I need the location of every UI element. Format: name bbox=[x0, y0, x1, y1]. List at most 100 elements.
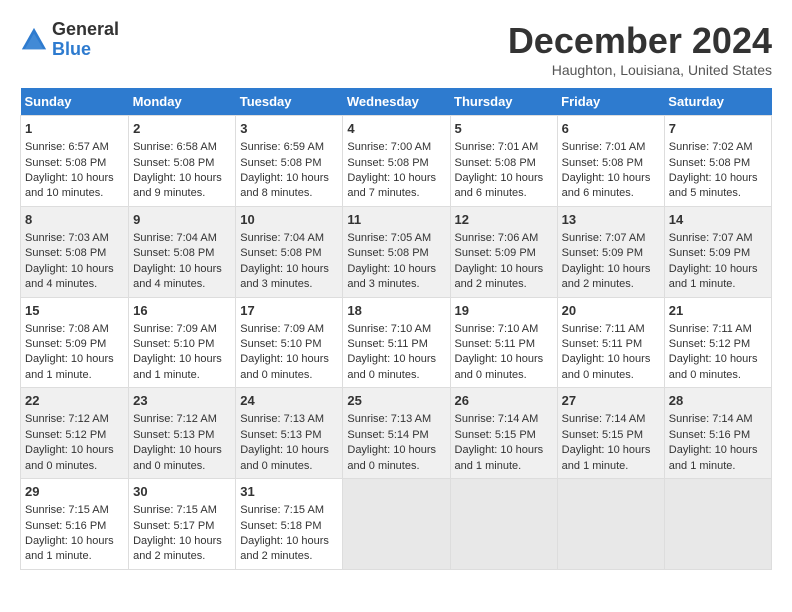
sunset: Sunset: 5:11 PM bbox=[347, 338, 428, 350]
sunrise: Sunrise: 7:12 AM bbox=[25, 413, 109, 425]
day-number: 1 bbox=[25, 120, 124, 138]
daylight: Daylight: 10 hours and 10 minutes. bbox=[25, 172, 114, 199]
sunset: Sunset: 5:08 PM bbox=[562, 157, 643, 169]
daylight: Daylight: 10 hours and 0 minutes. bbox=[240, 444, 329, 471]
sunrise: Sunrise: 7:15 AM bbox=[25, 504, 109, 516]
sunset: Sunset: 5:09 PM bbox=[455, 247, 536, 259]
daylight: Daylight: 10 hours and 8 minutes. bbox=[240, 172, 329, 199]
day-number: 27 bbox=[562, 392, 660, 410]
sunset: Sunset: 5:09 PM bbox=[562, 247, 643, 259]
day-number: 17 bbox=[240, 302, 338, 320]
table-row: 4Sunrise: 7:00 AMSunset: 5:08 PMDaylight… bbox=[343, 116, 450, 207]
table-row: 25Sunrise: 7:13 AMSunset: 5:14 PMDayligh… bbox=[343, 388, 450, 479]
header-wednesday: Wednesday bbox=[343, 88, 450, 116]
day-number: 19 bbox=[455, 302, 553, 320]
day-number: 4 bbox=[347, 120, 445, 138]
sunset: Sunset: 5:13 PM bbox=[133, 429, 214, 441]
sunrise: Sunrise: 7:09 AM bbox=[133, 323, 217, 335]
daylight: Daylight: 10 hours and 1 minute. bbox=[669, 263, 758, 290]
table-row: 1Sunrise: 6:57 AMSunset: 5:08 PMDaylight… bbox=[21, 116, 129, 207]
empty-cell bbox=[664, 479, 771, 570]
sunrise: Sunrise: 7:14 AM bbox=[455, 413, 539, 425]
daylight: Daylight: 10 hours and 1 minute. bbox=[562, 444, 651, 471]
empty-cell bbox=[450, 479, 557, 570]
sunrise: Sunrise: 7:04 AM bbox=[240, 232, 324, 244]
table-row: 3Sunrise: 6:59 AMSunset: 5:08 PMDaylight… bbox=[236, 116, 343, 207]
daylight: Daylight: 10 hours and 4 minutes. bbox=[25, 263, 114, 290]
sunset: Sunset: 5:12 PM bbox=[25, 429, 106, 441]
table-row: 10Sunrise: 7:04 AMSunset: 5:08 PMDayligh… bbox=[236, 206, 343, 297]
day-number: 22 bbox=[25, 392, 124, 410]
day-number: 26 bbox=[455, 392, 553, 410]
logo-text: General Blue bbox=[52, 20, 119, 60]
table-row: 30Sunrise: 7:15 AMSunset: 5:17 PMDayligh… bbox=[129, 479, 236, 570]
sunset: Sunset: 5:16 PM bbox=[25, 520, 106, 532]
sunset: Sunset: 5:08 PM bbox=[133, 247, 214, 259]
day-number: 23 bbox=[133, 392, 231, 410]
table-row: 19Sunrise: 7:10 AMSunset: 5:11 PMDayligh… bbox=[450, 297, 557, 388]
sunrise: Sunrise: 7:03 AM bbox=[25, 232, 109, 244]
daylight: Daylight: 10 hours and 3 minutes. bbox=[347, 263, 436, 290]
day-number: 14 bbox=[669, 211, 767, 229]
table-row: 13Sunrise: 7:07 AMSunset: 5:09 PMDayligh… bbox=[557, 206, 664, 297]
sunrise: Sunrise: 6:57 AM bbox=[25, 141, 109, 153]
table-row: 6Sunrise: 7:01 AMSunset: 5:08 PMDaylight… bbox=[557, 116, 664, 207]
sunset: Sunset: 5:16 PM bbox=[669, 429, 750, 441]
sunset: Sunset: 5:08 PM bbox=[455, 157, 536, 169]
page-header: General Blue December 2024 Haughton, Lou… bbox=[20, 20, 772, 78]
sunset: Sunset: 5:08 PM bbox=[133, 157, 214, 169]
table-row: 20Sunrise: 7:11 AMSunset: 5:11 PMDayligh… bbox=[557, 297, 664, 388]
sunrise: Sunrise: 7:00 AM bbox=[347, 141, 431, 153]
daylight: Daylight: 10 hours and 1 minute. bbox=[669, 444, 758, 471]
month-title: December 2024 bbox=[508, 20, 772, 62]
daylight: Daylight: 10 hours and 5 minutes. bbox=[669, 172, 758, 199]
calendar-row: 29 Sunrise: 7:15 AM Sunset: 5:16 PM Dayligh… bbox=[21, 479, 772, 570]
table-row: 27Sunrise: 7:14 AMSunset: 5:15 PMDayligh… bbox=[557, 388, 664, 479]
sunrise: Sunrise: 7:11 AM bbox=[669, 323, 752, 335]
table-row: 31Sunrise: 7:15 AMSunset: 5:18 PMDayligh… bbox=[236, 479, 343, 570]
sunrise: Sunrise: 7:08 AM bbox=[25, 323, 109, 335]
logo-blue: Blue bbox=[52, 40, 119, 60]
daylight: Daylight: 10 hours and 1 minute. bbox=[25, 535, 114, 562]
sunrise: Sunrise: 7:14 AM bbox=[669, 413, 753, 425]
daylight: Daylight: 10 hours and 0 minutes. bbox=[669, 353, 758, 380]
day-number: 2 bbox=[133, 120, 231, 138]
day-number: 18 bbox=[347, 302, 445, 320]
sunset: Sunset: 5:08 PM bbox=[25, 247, 106, 259]
daylight: Daylight: 10 hours and 0 minutes. bbox=[562, 353, 651, 380]
sunset: Sunset: 5:11 PM bbox=[455, 338, 536, 350]
day-number: 10 bbox=[240, 211, 338, 229]
table-row: 2Sunrise: 6:58 AMSunset: 5:08 PMDaylight… bbox=[129, 116, 236, 207]
day-number: 13 bbox=[562, 211, 660, 229]
daylight: Daylight: 10 hours and 1 minute. bbox=[25, 353, 114, 380]
table-row: 29 Sunrise: 7:15 AM Sunset: 5:16 PM Dayligh… bbox=[21, 479, 129, 570]
sunset: Sunset: 5:10 PM bbox=[240, 338, 321, 350]
daylight: Daylight: 10 hours and 7 minutes. bbox=[347, 172, 436, 199]
sunrise: Sunrise: 7:14 AM bbox=[562, 413, 646, 425]
sunrise: Sunrise: 7:12 AM bbox=[133, 413, 217, 425]
logo-icon bbox=[20, 26, 48, 54]
table-row: 8 Sunrise: 7:03 AM Sunset: 5:08 PM Daylight… bbox=[21, 206, 129, 297]
sunrise: Sunrise: 7:05 AM bbox=[347, 232, 431, 244]
day-number: 28 bbox=[669, 392, 767, 410]
daylight: Daylight: 10 hours and 2 minutes. bbox=[455, 263, 544, 290]
empty-cell bbox=[557, 479, 664, 570]
daylight: Daylight: 10 hours and 0 minutes. bbox=[347, 353, 436, 380]
daylight: Daylight: 10 hours and 2 minutes. bbox=[133, 535, 222, 562]
sunrise: Sunrise: 7:01 AM bbox=[455, 141, 539, 153]
sunset: Sunset: 5:15 PM bbox=[455, 429, 536, 441]
day-number: 8 bbox=[25, 211, 124, 229]
day-number: 29 bbox=[25, 483, 124, 501]
table-row: 14Sunrise: 7:07 AMSunset: 5:09 PMDayligh… bbox=[664, 206, 771, 297]
sunset: Sunset: 5:13 PM bbox=[240, 429, 321, 441]
calendar-table: Sunday Monday Tuesday Wednesday Thursday… bbox=[20, 88, 772, 570]
day-number: 11 bbox=[347, 211, 445, 229]
day-number: 16 bbox=[133, 302, 231, 320]
daylight: Daylight: 10 hours and 1 minute. bbox=[455, 444, 544, 471]
table-row: 12Sunrise: 7:06 AMSunset: 5:09 PMDayligh… bbox=[450, 206, 557, 297]
sunrise: Sunrise: 7:15 AM bbox=[240, 504, 324, 516]
day-number: 5 bbox=[455, 120, 553, 138]
daylight: Daylight: 10 hours and 6 minutes. bbox=[455, 172, 544, 199]
sunrise: Sunrise: 7:13 AM bbox=[347, 413, 431, 425]
daylight: Daylight: 10 hours and 3 minutes. bbox=[240, 263, 329, 290]
